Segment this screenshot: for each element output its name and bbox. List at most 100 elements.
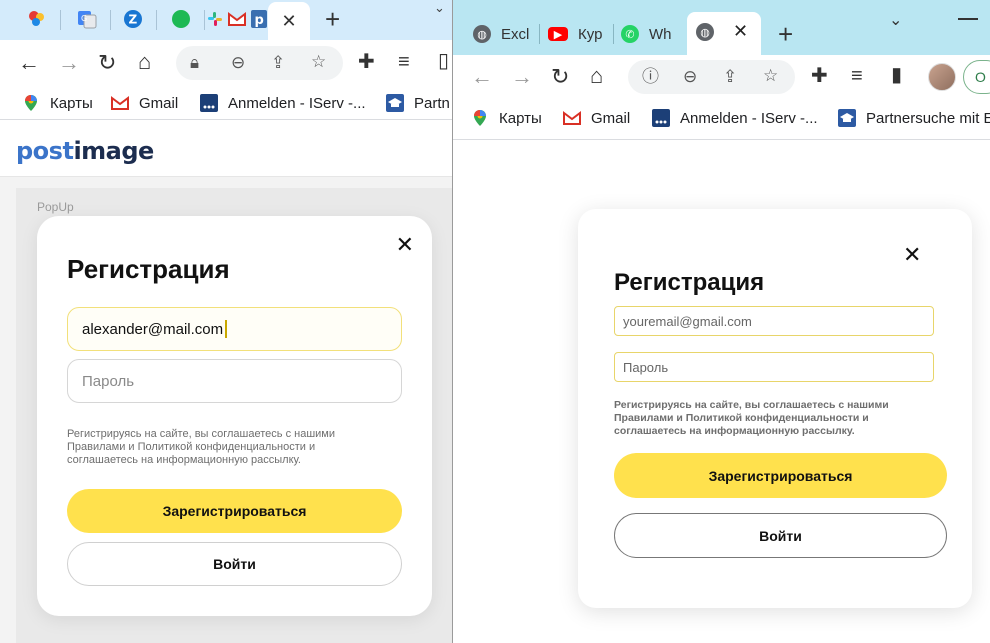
svg-text:p: p bbox=[255, 13, 264, 28]
bookmark-label: Anmelden - IServ -... bbox=[228, 94, 366, 112]
pinned-tab-slack[interactable] bbox=[204, 4, 226, 34]
email-field[interactable]: alexander@mail.com bbox=[67, 307, 402, 351]
gmail-icon bbox=[228, 12, 246, 26]
consent-text: Регистрируясь на сайте, вы соглашаетесь … bbox=[67, 428, 335, 466]
bookmark-partnersuche[interactable]: Partn bbox=[386, 94, 450, 112]
frame-label: PopUp bbox=[37, 200, 74, 214]
modal-title: Регистрация bbox=[614, 269, 765, 296]
modal-title: Регистрация bbox=[67, 254, 230, 284]
forward-icon[interactable]: → bbox=[58, 52, 80, 74]
password-field[interactable]: Пароль bbox=[614, 352, 934, 382]
close-icon[interactable]: ✕ bbox=[903, 242, 921, 268]
pinned-tab-green[interactable] bbox=[164, 4, 198, 34]
svg-text:Z: Z bbox=[129, 13, 138, 27]
globe-icon: ◍ bbox=[473, 25, 491, 43]
p-app-icon: p bbox=[251, 10, 267, 28]
extensions-icon[interactable]: ✚ bbox=[811, 66, 828, 86]
bookmark-star-icon[interactable]: ☆ bbox=[311, 53, 326, 70]
reload-icon[interactable]: ↻ bbox=[551, 66, 569, 88]
pinned-tab-gmail[interactable] bbox=[226, 4, 248, 34]
home-icon[interactable]: ⌂ bbox=[590, 65, 603, 87]
register-button[interactable]: Зарегистрироваться bbox=[614, 453, 947, 498]
media-control-icon[interactable]: ≡ bbox=[851, 66, 863, 86]
profile-avatar[interactable] bbox=[928, 63, 956, 91]
tab-whatsapp[interactable]: ✆ Wh bbox=[621, 18, 677, 50]
active-tab-left[interactable]: ✕ bbox=[268, 2, 310, 40]
registration-modal-right: ✕ Регистрация youremail@gmail.com Пароль… bbox=[578, 209, 972, 608]
register-button[interactable]: Зарегистрироваться bbox=[67, 489, 402, 533]
password-placeholder: Пароль bbox=[82, 372, 135, 390]
share-icon[interactable]: ⇪ bbox=[723, 68, 737, 85]
zoom-icon[interactable]: ⊖ bbox=[231, 54, 245, 71]
pinned-tab-p[interactable]: p bbox=[248, 4, 270, 34]
bookmark-gmail[interactable]: Gmail bbox=[111, 94, 178, 112]
email-value: alexander@mail.com bbox=[82, 320, 224, 338]
tab-label: Excl bbox=[501, 25, 529, 43]
login-button[interactable]: Войти bbox=[614, 513, 947, 558]
postimage-logo[interactable]: postimage bbox=[16, 137, 154, 165]
password-field[interactable]: Пароль bbox=[67, 359, 402, 403]
chevron-down-icon[interactable]: ⌄ bbox=[434, 0, 445, 16]
z-app-icon: Z bbox=[124, 10, 142, 28]
side-panel-icon[interactable]: ▯ bbox=[438, 51, 449, 71]
active-tab-right[interactable]: ◍ ✕ bbox=[687, 12, 761, 55]
green-chat-icon bbox=[172, 10, 190, 28]
tab-separator bbox=[539, 24, 540, 44]
back-icon[interactable]: ← bbox=[471, 66, 493, 88]
side-panel-icon[interactable]: ▮ bbox=[891, 65, 902, 85]
tab-separator bbox=[110, 10, 111, 30]
close-tab-icon[interactable]: ✕ bbox=[281, 11, 296, 32]
registration-modal-left: ✕ Регистрация alexander@mail.com Пароль … bbox=[37, 216, 432, 616]
extensions-icon[interactable]: ✚ bbox=[358, 52, 375, 72]
close-tab-icon[interactable]: ✕ bbox=[733, 21, 748, 42]
site-header: postimage bbox=[0, 121, 452, 177]
right-tab-strip: ◍ Excl ▶ Кур ✆ Wh ◍ ✕ + ⌄ bbox=[453, 0, 990, 55]
info-icon[interactable]: ⓘ bbox=[642, 68, 659, 85]
close-icon[interactable]: ✕ bbox=[396, 232, 414, 258]
minimize-icon[interactable] bbox=[958, 18, 978, 20]
reload-icon[interactable]: ↻ bbox=[98, 52, 116, 74]
consent-text: Регистрируясь на сайте, вы соглашаетесь … bbox=[614, 399, 889, 437]
bookmark-label: Gmail bbox=[591, 109, 631, 127]
right-bookmarks-bar: Карты Gmail Anmelden - IServ -... Partne… bbox=[453, 100, 990, 140]
profile-button[interactable]: O bbox=[963, 60, 990, 94]
zoom-icon[interactable]: ⊖ bbox=[683, 68, 697, 85]
tab-label: Кур bbox=[578, 25, 603, 43]
bookmark-label: Карты bbox=[50, 94, 93, 112]
email-field[interactable]: youremail@gmail.com bbox=[614, 306, 934, 336]
forward-icon[interactable]: → bbox=[511, 66, 533, 88]
right-browser-window: ◍ Excl ▶ Кур ✆ Wh ◍ ✕ + ⌄ ← → ↻ ⌂ ⓘ ⊖ ⇪ … bbox=[452, 0, 990, 643]
iserv-icon bbox=[652, 109, 670, 127]
bookmark-label: Partn bbox=[414, 94, 450, 112]
home-icon[interactable]: ⌂ bbox=[138, 51, 151, 73]
tab-label: Wh bbox=[649, 25, 672, 43]
left-omnibox[interactable]: 🔒︎ ⊖ ⇪ ☆ bbox=[176, 46, 343, 80]
slack-icon bbox=[208, 12, 222, 26]
bookmark-iserv[interactable]: Anmelden - IServ -... bbox=[652, 109, 818, 127]
globe-icon: ◍ bbox=[696, 23, 714, 41]
pinned-tab-translate[interactable]: G bbox=[70, 4, 104, 34]
right-omnibox[interactable]: ⓘ ⊖ ⇪ ☆ bbox=[628, 60, 795, 94]
chevron-down-icon[interactable]: ⌄ bbox=[889, 10, 902, 30]
lock-icon[interactable]: 🔒︎ bbox=[190, 54, 199, 71]
maps-pin-icon bbox=[474, 110, 486, 126]
login-button[interactable]: Войти bbox=[67, 542, 402, 586]
tab-youtube[interactable]: ▶ Кур bbox=[548, 18, 604, 50]
bookmark-maps[interactable]: Карты bbox=[471, 109, 542, 127]
tab-excel[interactable]: ◍ Excl bbox=[473, 18, 529, 50]
back-icon[interactable]: ← bbox=[18, 52, 40, 74]
pinned-tab-1[interactable] bbox=[20, 4, 54, 34]
new-tab-button[interactable]: + bbox=[778, 21, 793, 47]
bookmark-gmail[interactable]: Gmail bbox=[563, 109, 630, 127]
pinned-tab-zoom[interactable]: Z bbox=[116, 4, 150, 34]
email-placeholder: youremail@gmail.com bbox=[623, 313, 752, 329]
bookmark-iserv[interactable]: Anmelden - IServ -... bbox=[200, 94, 366, 112]
media-control-icon[interactable]: ≡ bbox=[398, 52, 410, 72]
bookmark-maps[interactable]: Карты bbox=[22, 94, 93, 112]
gmail-icon bbox=[563, 111, 581, 125]
new-tab-button[interactable]: + bbox=[325, 6, 340, 32]
share-icon[interactable]: ⇪ bbox=[271, 54, 285, 71]
bookmark-partnersuche[interactable]: Partnersuche mit E bbox=[838, 109, 990, 127]
iserv-icon bbox=[200, 94, 218, 112]
bookmark-star-icon[interactable]: ☆ bbox=[763, 67, 778, 84]
